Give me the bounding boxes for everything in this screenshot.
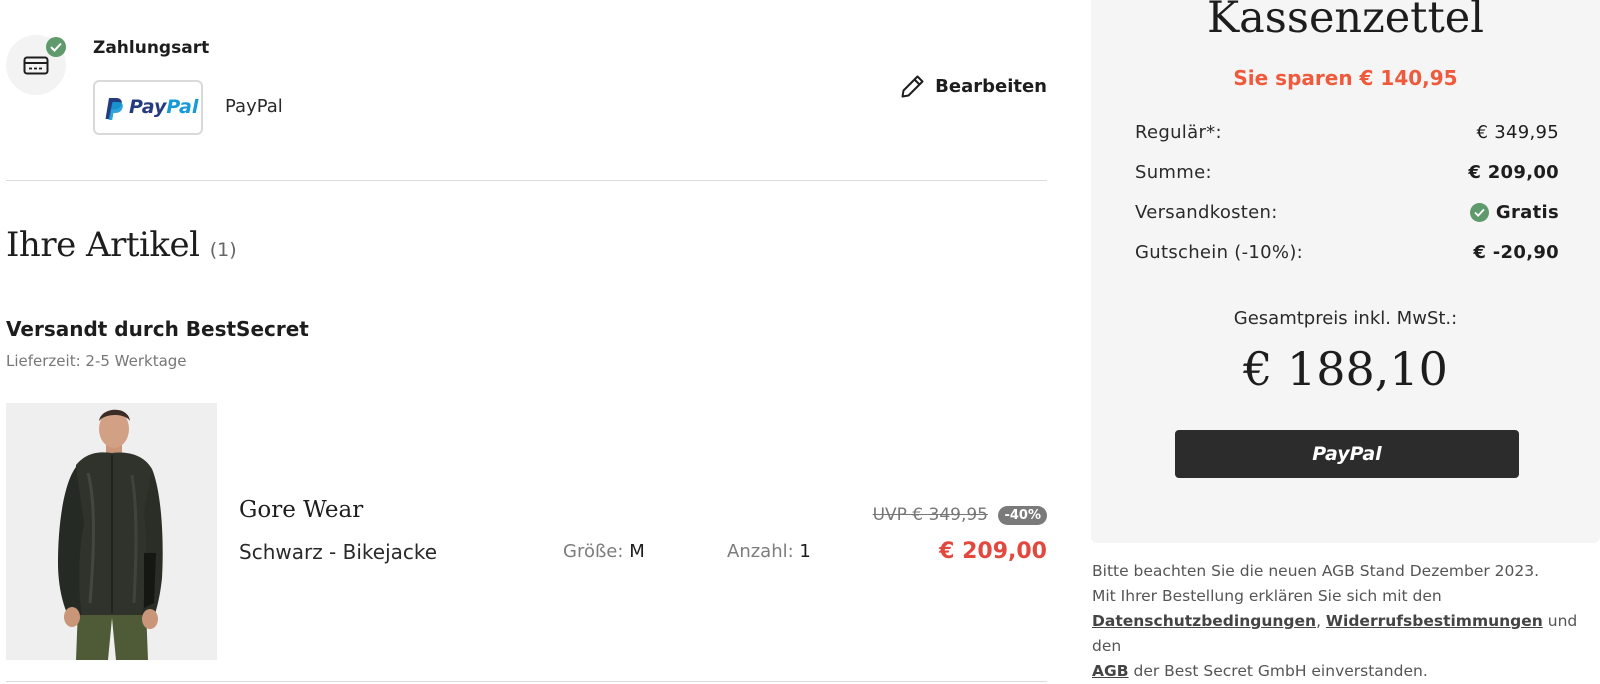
total-price: € 188,10 xyxy=(1243,342,1448,396)
row-value: € 209,00 xyxy=(1468,162,1559,183)
savings-text: Sie sparen € 140,95 xyxy=(1233,66,1458,90)
summary-row-shipping: Versandkosten: Gratis xyxy=(1135,202,1559,230)
order-summary-panel: Kassenzettel Sie sparen € 140,95 Regulär… xyxy=(1091,0,1600,543)
quantity-value: 1 xyxy=(799,541,811,562)
payment-method-name: PayPal xyxy=(225,96,283,117)
row-label: Gutschein (-10%): xyxy=(1135,242,1304,263)
credit-card-icon xyxy=(23,56,49,75)
payment-section-title: Zahlungsart xyxy=(93,38,210,58)
row-value: € -20,90 xyxy=(1473,242,1559,263)
paypal-logo: PayPal xyxy=(93,80,203,135)
product-size: Größe: M xyxy=(563,541,645,562)
check-icon xyxy=(1469,203,1489,222)
legal-tail: der Best Secret GmbH einverstanden. xyxy=(1128,662,1428,680)
discount-badge: -40% xyxy=(998,506,1047,525)
size-value: M xyxy=(629,541,645,562)
legal-notice: Bitte beachten Sie die neuen AGB Stand D… xyxy=(1092,559,1600,684)
row-label: Versandkosten: xyxy=(1135,202,1278,223)
sale-price: € 209,00 xyxy=(939,539,1047,564)
legal-line-2: Mit Ihrer Bestellung erklären Sie sich m… xyxy=(1092,587,1442,605)
edit-label: Bearbeiten xyxy=(935,75,1047,97)
shipped-by-heading: Versandt durch BestSecret xyxy=(6,317,309,341)
check-icon xyxy=(46,37,66,57)
bottom-divider xyxy=(6,681,1047,682)
paypal-checkout-button[interactable]: PayPal xyxy=(1175,430,1519,478)
row-label: Regulär*: xyxy=(1135,122,1222,143)
original-price: UVP € 349,95 xyxy=(872,505,988,525)
row-value: Gratis xyxy=(1469,202,1559,223)
product-photo-jacket xyxy=(6,403,217,660)
withdrawal-link[interactable]: Widerrufsbestimmungen xyxy=(1326,612,1543,630)
quantity-label: Anzahl: xyxy=(727,541,794,562)
privacy-link[interactable]: Datenschutzbedingungen xyxy=(1092,612,1316,630)
summary-row-sum: Summe: € 209,00 xyxy=(1135,162,1559,190)
summary-row-regular: Regulär*: € 349,95 xyxy=(1135,122,1559,150)
legal-line-3: Datenschutzbedingungen, Widerrufsbestimm… xyxy=(1092,609,1600,659)
product-quantity: Anzahl: 1 xyxy=(727,541,811,562)
size-label: Größe: xyxy=(563,541,624,562)
agb-link[interactable]: AGB xyxy=(1092,662,1129,680)
delivery-time: Lieferzeit: 2-5 Werktage xyxy=(6,352,187,370)
checkout-main: Zahlungsart PayPal PayPal Bearbeiten Ihr… xyxy=(6,0,1047,684)
paypal-mark-icon xyxy=(105,98,123,120)
product-brand: Gore Wear xyxy=(239,497,364,523)
product-image[interactable] xyxy=(6,403,217,660)
items-count: (1) xyxy=(209,239,237,261)
row-value: € 349,95 xyxy=(1476,122,1559,143)
items-heading: Ihre Artikel (1) xyxy=(6,225,237,265)
paypal-wordmark: PayPal xyxy=(129,96,199,118)
summary-title: Kassenzettel xyxy=(1207,0,1484,43)
pencil-icon xyxy=(901,75,924,98)
total-label: Gesamtpreis inkl. MwSt.: xyxy=(1233,308,1458,329)
section-divider xyxy=(6,180,1047,181)
legal-line-1: Bitte beachten Sie die neuen AGB Stand D… xyxy=(1092,562,1540,580)
product-name[interactable]: Schwarz - Bikejacke xyxy=(239,540,437,564)
edit-payment-button[interactable]: Bearbeiten xyxy=(900,72,1047,100)
legal-separator: , xyxy=(1316,612,1326,630)
shipping-free-text: Gratis xyxy=(1495,202,1559,223)
items-title: Ihre Artikel xyxy=(6,225,200,265)
row-label: Summe: xyxy=(1135,162,1212,183)
legal-line-4: AGB der Best Secret GmbH einverstanden. xyxy=(1092,659,1600,684)
summary-row-voucher: Gutschein (-10%): € -20,90 xyxy=(1135,242,1559,270)
paypal-button-label: PayPal xyxy=(1312,443,1382,465)
